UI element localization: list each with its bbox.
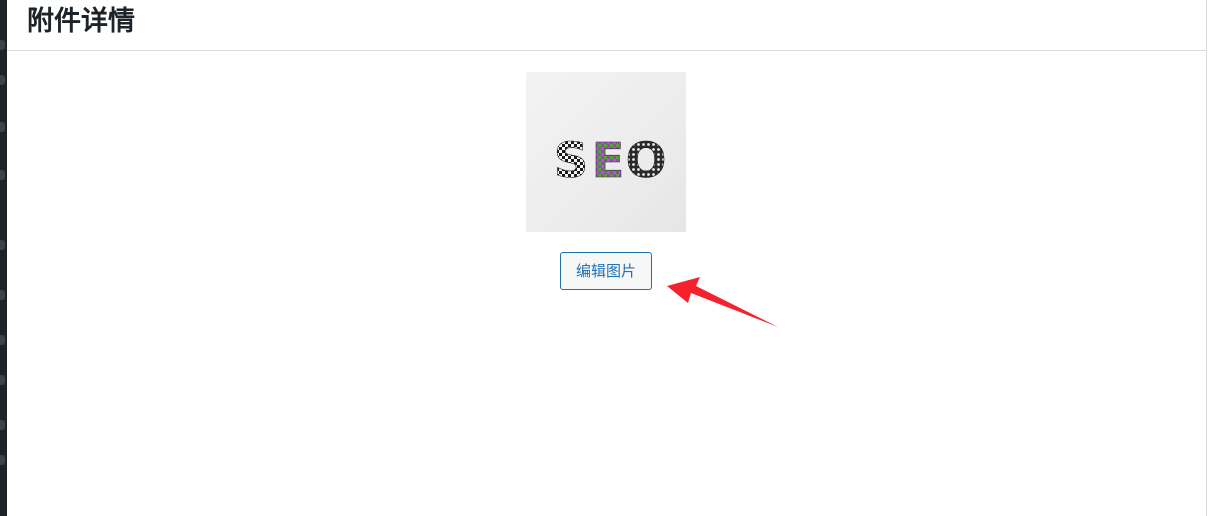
sidebar-icon-fragment xyxy=(0,290,5,300)
attachment-thumbnail-image: S E O xyxy=(553,133,667,190)
attachment-thumbnail: S E O xyxy=(526,72,686,232)
admin-sidebar-edge xyxy=(0,0,7,516)
sidebar-icon-fragment xyxy=(0,40,5,50)
svg-text:O: O xyxy=(626,133,667,189)
sidebar-icon-fragment xyxy=(0,420,5,430)
svg-text:E: E xyxy=(592,133,625,189)
modal-title: 附件详情 xyxy=(27,6,135,37)
sidebar-icon-fragment xyxy=(0,375,5,385)
sidebar-icon-fragment xyxy=(0,122,5,132)
sidebar-icon-fragment xyxy=(0,240,5,250)
edit-image-button[interactable]: 编辑图片 xyxy=(560,252,652,290)
attachment-details-modal: 附件详情 S E O 编辑图片 xyxy=(7,0,1207,516)
sidebar-icon-fragment xyxy=(0,455,5,465)
page: 附件详情 S E O 编辑图片 xyxy=(0,0,1210,516)
sidebar-icon-fragment xyxy=(0,75,5,85)
modal-body: S E O 编辑图片 xyxy=(7,51,1206,516)
modal-header: 附件详情 xyxy=(7,0,1206,51)
sidebar-icon-fragment xyxy=(0,170,5,180)
svg-text:S: S xyxy=(554,133,589,189)
sidebar-icon-fragment xyxy=(0,335,5,345)
